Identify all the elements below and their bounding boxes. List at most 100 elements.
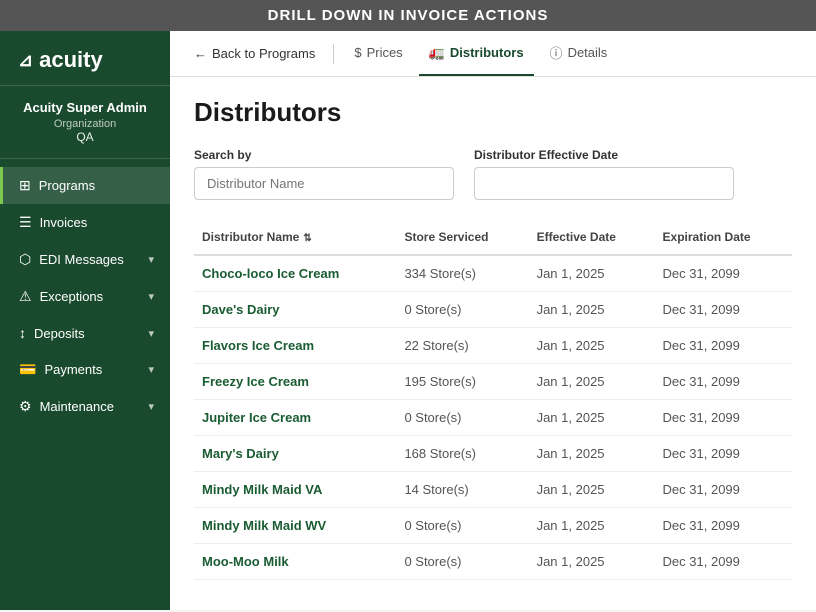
back-arrow-icon: ← <box>194 46 207 61</box>
sidebar: ⊿ acuity Acuity Super Admin Organization… <box>0 31 170 610</box>
stores-serviced: 334 Store(s) <box>396 255 528 292</box>
sidebar-item-deposits[interactable]: ↕ Deposits ▾ <box>0 315 170 351</box>
nav-item-label: Maintenance <box>40 399 114 414</box>
expiration-date: Dec 31, 2099 <box>655 255 792 292</box>
distributor-name[interactable]: Freezy Ice Cream <box>194 364 396 400</box>
user-org-label: Organization <box>18 118 152 130</box>
main-content: ← Back to Programs $ Prices 🚛 Distributo… <box>170 31 816 610</box>
page-content: Distributors Search by Distributor Effec… <box>170 77 816 610</box>
stores-serviced: 14 Store(s) <box>396 472 528 508</box>
invoices-icon: ☰ <box>19 214 32 231</box>
distributor-name[interactable]: Dave's Dairy <box>194 292 396 328</box>
distributor-name[interactable]: Mindy Milk Maid VA <box>194 472 396 508</box>
logo: ⊿ acuity <box>18 47 152 73</box>
nav-arrow-icon: ▾ <box>148 327 154 340</box>
table-row: Mindy Milk Maid WV 0 Store(s) Jan 1, 202… <box>194 508 792 544</box>
nav-item-label: Payments <box>44 362 102 377</box>
banner-text: DRILL DOWN IN INVOICE ACTIONS <box>268 7 549 24</box>
col-header-expiration: Expiration Date <box>655 220 792 255</box>
deposits-icon: ↕ <box>19 325 26 341</box>
expiration-date: Dec 31, 2099 <box>655 400 792 436</box>
distributor-name[interactable]: Mary's Dairy <box>194 436 396 472</box>
effective-date: Jan 1, 2025 <box>529 364 655 400</box>
exceptions-icon: ⚠ <box>19 288 32 305</box>
tab-distributors[interactable]: 🚛 Distributors <box>419 31 534 76</box>
distributor-name[interactable]: Mindy Milk Maid WV <box>194 508 396 544</box>
details-tab-label: Details <box>568 45 608 60</box>
nav-item-left: ↕ Deposits <box>19 325 85 341</box>
nav-item-label: Deposits <box>34 326 85 341</box>
effective-date: Jan 1, 2025 <box>529 436 655 472</box>
nav-arrow-icon: ▾ <box>148 253 154 266</box>
table-row: Mindy Milk Maid VA 14 Store(s) Jan 1, 20… <box>194 472 792 508</box>
nav-item-left: ☰ Invoices <box>19 214 87 231</box>
nav-item-label: Programs <box>39 178 95 193</box>
prices-tab-icon: $ <box>354 45 361 60</box>
table-row: Mary's Dairy 168 Store(s) Jan 1, 2025 De… <box>194 436 792 472</box>
search-input[interactable] <box>194 167 454 200</box>
expiration-date: Dec 31, 2099 <box>655 364 792 400</box>
back-to-programs-link[interactable]: ← Back to Programs <box>186 46 323 61</box>
stores-serviced: 195 Store(s) <box>396 364 528 400</box>
nav-item-left: ⊞ Programs <box>19 177 95 194</box>
nav-arrow-icon: ▾ <box>148 363 154 376</box>
stores-serviced: 0 Store(s) <box>396 508 528 544</box>
table-row: Flavors Ice Cream 22 Store(s) Jan 1, 202… <box>194 328 792 364</box>
details-tab-icon: ⓘ <box>550 43 563 62</box>
expiration-date: Dec 31, 2099 <box>655 508 792 544</box>
distributors-tab-label: Distributors <box>450 45 524 60</box>
table-body: Choco-loco Ice Cream 334 Store(s) Jan 1,… <box>194 255 792 580</box>
back-label: Back to Programs <box>212 46 315 61</box>
tab-prices[interactable]: $ Prices <box>344 31 412 76</box>
sidebar-item-payments[interactable]: 💳 Payments ▾ <box>0 351 170 388</box>
top-banner: DRILL DOWN IN INVOICE ACTIONS <box>0 0 816 31</box>
search-group: Search by <box>194 148 454 200</box>
sidebar-item-invoices[interactable]: ☰ Invoices <box>0 204 170 241</box>
distributor-name[interactable]: Jupiter Ice Cream <box>194 400 396 436</box>
sidebar-user: Acuity Super Admin Organization QA <box>0 86 170 159</box>
effective-date: Jan 1, 2025 <box>529 255 655 292</box>
logo-name: acuity <box>39 47 103 73</box>
date-group: Distributor Effective Date <box>474 148 734 200</box>
distributors-tab-icon: 🚛 <box>429 45 445 61</box>
sidebar-item-maintenance[interactable]: ⚙ Maintenance ▾ <box>0 388 170 425</box>
effective-date: Jan 1, 2025 <box>529 292 655 328</box>
sidebar-logo: ⊿ acuity <box>0 31 170 86</box>
nav-item-label: Exceptions <box>40 289 104 304</box>
date-input[interactable] <box>474 167 734 200</box>
effective-date: Jan 1, 2025 <box>529 508 655 544</box>
table-row: Choco-loco Ice Cream 334 Store(s) Jan 1,… <box>194 255 792 292</box>
effective-date: Jan 1, 2025 <box>529 400 655 436</box>
programs-icon: ⊞ <box>19 177 31 194</box>
expiration-date: Dec 31, 2099 <box>655 292 792 328</box>
table-row: Moo-Moo Milk 0 Store(s) Jan 1, 2025 Dec … <box>194 544 792 580</box>
nav-arrow-icon: ▾ <box>148 400 154 413</box>
sidebar-item-programs[interactable]: ⊞ Programs <box>0 167 170 204</box>
expiration-date: Dec 31, 2099 <box>655 436 792 472</box>
distributor-name[interactable]: Choco-loco Ice Cream <box>194 255 396 292</box>
nav-item-left: ⬡ EDI Messages <box>19 251 124 268</box>
sidebar-item-edi-messages[interactable]: ⬡ EDI Messages ▾ <box>0 241 170 278</box>
stores-serviced: 22 Store(s) <box>396 328 528 364</box>
tab-details[interactable]: ⓘ Details <box>540 31 618 76</box>
sort-icon: ⇅ <box>303 233 311 244</box>
sidebar-item-exceptions[interactable]: ⚠ Exceptions ▾ <box>0 278 170 315</box>
tab-bar: ← Back to Programs $ Prices 🚛 Distributo… <box>170 31 816 77</box>
nav-item-label: Invoices <box>40 215 88 230</box>
nav-item-left: ⚠ Exceptions <box>19 288 103 305</box>
tab-divider <box>333 44 334 64</box>
nav-item-label: EDI Messages <box>39 252 124 267</box>
col-header-name[interactable]: Distributor Name⇅ <box>194 220 396 255</box>
stores-serviced: 0 Store(s) <box>396 400 528 436</box>
payments-icon: 💳 <box>19 361 36 378</box>
table-row: Dave's Dairy 0 Store(s) Jan 1, 2025 Dec … <box>194 292 792 328</box>
distributor-name[interactable]: Flavors Ice Cream <box>194 328 396 364</box>
search-row: Search by Distributor Effective Date <box>194 148 792 200</box>
distributor-name[interactable]: Moo-Moo Milk <box>194 544 396 580</box>
effective-date: Jan 1, 2025 <box>529 544 655 580</box>
stores-serviced: 0 Store(s) <box>396 292 528 328</box>
stores-serviced: 0 Store(s) <box>396 544 528 580</box>
table-header-row: Distributor Name⇅Store ServicedEffective… <box>194 220 792 255</box>
user-org-value: QA <box>18 130 152 144</box>
table-row: Freezy Ice Cream 195 Store(s) Jan 1, 202… <box>194 364 792 400</box>
